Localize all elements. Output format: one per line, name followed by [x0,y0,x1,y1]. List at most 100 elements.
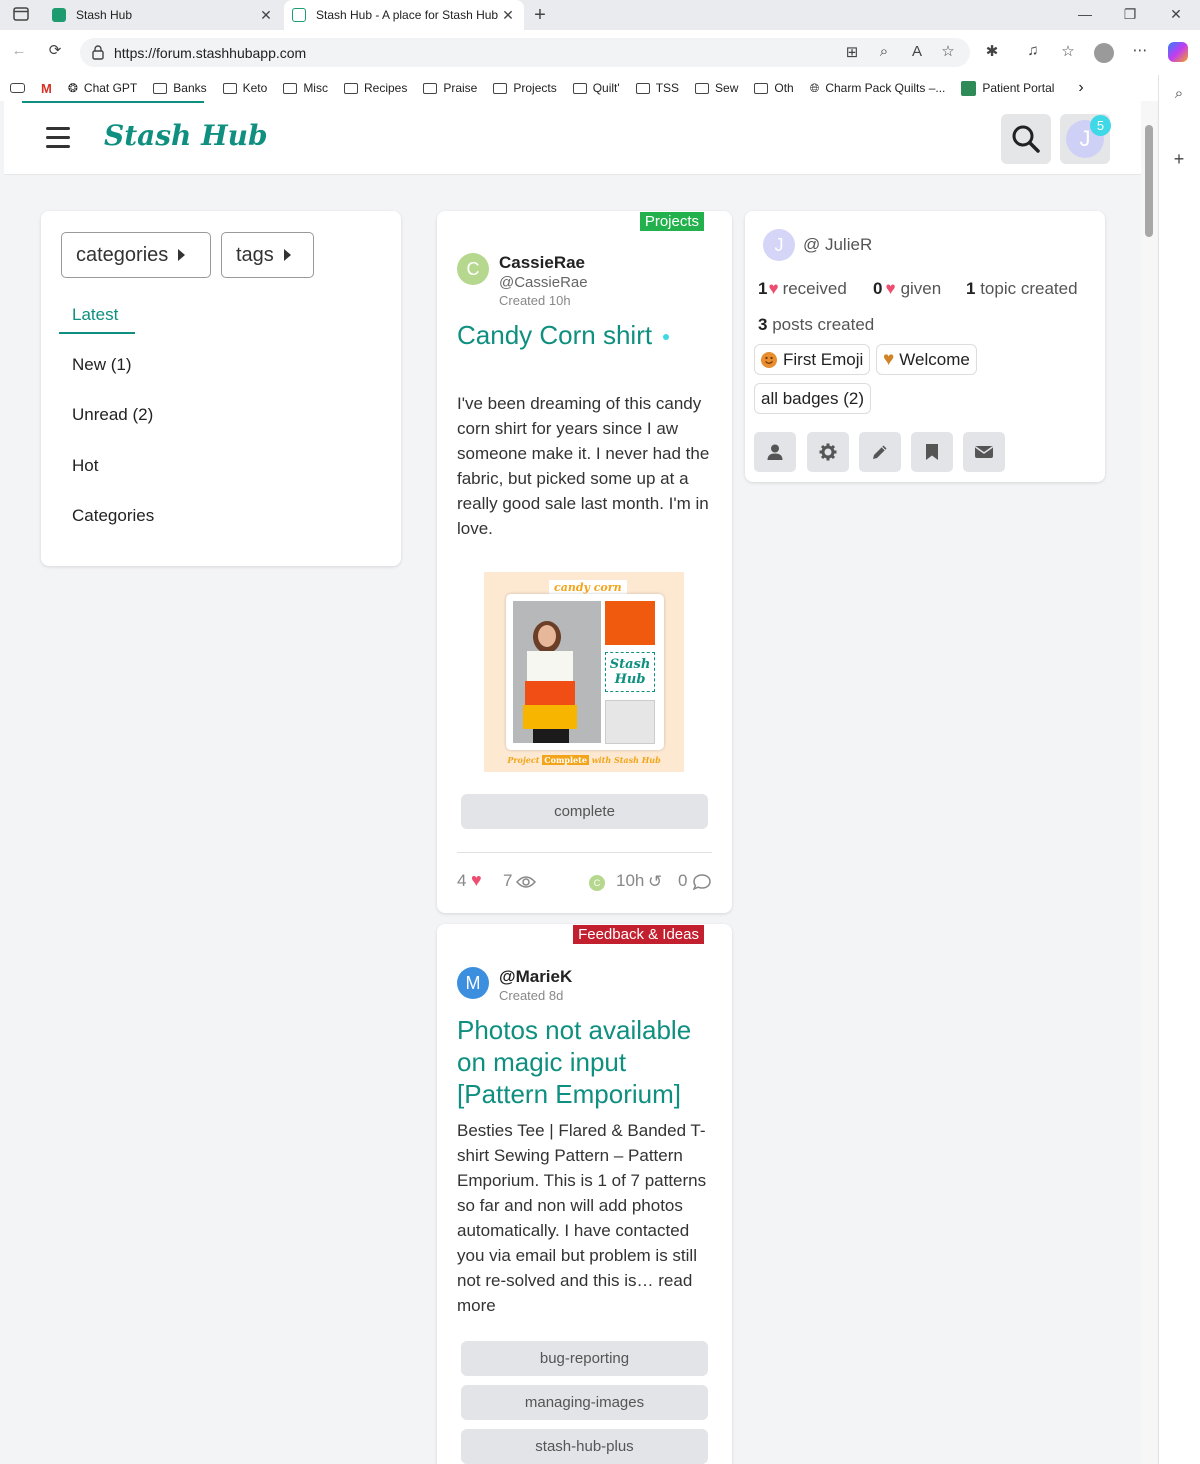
close-tab-icon[interactable]: ✕ [500,7,516,24]
heart-badge-icon: ♥ [883,348,895,370]
url-field[interactable]: https://forum.stashhubapp.com [80,38,970,67]
gear-icon [819,443,837,461]
bookmarks-bar: M ❂ Chat GPT Banks Keto Misc Recipes Prai… [0,75,1200,101]
heart-icon[interactable]: ♥ [471,870,482,891]
bookmark-charm-pack-quilts[interactable]: 🌐︎ Charm Pack Quilts –... [810,81,946,96]
page-scrollbar[interactable] [1141,101,1157,1464]
browser-tab-stash-hub[interactable]: Stash Hub ✕ [44,0,282,30]
categories-dropdown[interactable]: categories [61,232,211,278]
tags-dropdown[interactable]: tags [221,232,314,278]
badge-welcome[interactable]: ♥ Welcome [876,344,977,375]
restore-icon[interactable]: ❐ [1120,6,1140,23]
pencil-icon [873,445,887,459]
bookmark-chat-gpt[interactable]: ❂ Chat GPT [68,81,137,95]
all-badges-link[interactable]: all badges (2) [754,383,872,414]
minimize-icon[interactable]: — [1075,6,1095,22]
tag-bug-reporting[interactable]: bug-reporting [461,1341,708,1376]
new-tab-button[interactable]: + [530,4,550,27]
back-icon[interactable]: ← [8,42,30,59]
bookmark-keto[interactable]: Keto [222,81,267,95]
bookmark-label: Misc [303,81,328,95]
nav-new[interactable]: New (1) [72,355,132,375]
bookmark-praise[interactable]: Praise [423,81,477,95]
bookmark-patient-portal[interactable]: Patient Portal [961,80,1054,96]
nav-unread[interactable]: Unread (2) [72,405,153,425]
author-handle: @CassieRae [499,274,588,291]
avatar[interactable]: J [763,229,795,261]
bookmark-label: Chat GPT [83,81,138,95]
nav-hot[interactable]: Hot [72,456,98,476]
bookmark-banks[interactable]: Banks [153,81,207,95]
last-activity-time[interactable]: 10h [616,871,644,891]
likes-received-stat: 1♥ received [758,279,847,299]
caret-right-icon [178,249,186,261]
topic-card[interactable]: Projects C CassieRae @CassieRae Created … [437,211,732,913]
app-available-icon[interactable]: ⊞ [841,43,863,61]
avatar[interactable]: C [457,253,489,285]
site-logo[interactable]: Stash Hub [104,119,268,152]
tag-stash-hub-plus[interactable]: stash-hub-plus [461,1429,708,1464]
stash-hub-favicon-icon [52,8,66,22]
more-bookmarks-chevron-icon[interactable]: › [1078,79,1083,97]
nav-latest[interactable]: Latest [72,305,118,325]
avatar[interactable]: M [457,967,489,999]
author-name[interactable]: CassieRae [499,253,585,273]
favorite-star-icon[interactable]: ☆ [937,42,959,60]
drafts-button[interactable] [859,432,901,472]
bookmark-label: Praise [443,81,478,95]
bookmark-recipes[interactable]: Recipes [343,81,407,95]
more-options-icon[interactable]: ⋯ [1129,41,1151,59]
sidebar-search-icon[interactable]: ⌕ [1168,85,1190,102]
tag-managing-images[interactable]: managing-images [461,1385,708,1420]
notification-badge: 5 [1090,115,1111,136]
profile-button[interactable] [754,432,796,472]
scrollbar-thumb[interactable] [1145,125,1153,237]
tags-label: tags [236,243,274,266]
bookmark-sew[interactable]: Sew [695,81,738,95]
bookmarks-button[interactable] [911,432,953,472]
site-info-icon[interactable] [91,44,105,63]
project-image[interactable]: candy corn Stash Hub Project Complete wi… [484,572,684,772]
bookmark-oth[interactable]: Oth [754,81,794,95]
bookmark-misc[interactable]: Misc [283,81,328,95]
gmail-bookmark[interactable]: M [41,81,52,96]
bookmark-icon-only[interactable] [10,83,25,93]
category-label[interactable]: Projects [639,212,704,231]
read-aloud-icon[interactable]: A [906,43,928,60]
category-label[interactable]: Feedback & Ideas [573,925,704,944]
user-menu-button[interactable]: J 5 [1060,114,1111,164]
bookmark-tss[interactable]: TSS [635,81,679,95]
close-tab-icon[interactable]: ✕ [258,7,274,24]
topic-card[interactable]: Feedback & Ideas M @MarieK Created 8d Ph… [437,924,732,1464]
hamburger-menu-icon[interactable] [46,127,70,148]
extensions-icon[interactable]: ✱ [981,42,1003,60]
bookmark-quilt[interactable]: Quilt' [572,81,620,95]
browser-tab-active[interactable]: Stash Hub - A place for Stash Hub ✕ [284,0,524,30]
favorites-icon[interactable]: ☆ [1057,42,1079,60]
messages-button[interactable] [963,432,1005,472]
bookmark-label: Projects [513,81,557,95]
zoom-icon[interactable]: ⌕ [873,43,895,60]
profile-username[interactable]: @ JulieR [803,235,872,255]
heart-icon: ♥ [885,279,896,298]
tag-complete[interactable]: complete [461,794,708,829]
search-button[interactable] [1001,114,1051,164]
topic-title[interactable]: Photos not available on magic input [Pat… [457,1014,722,1110]
copilot-icon[interactable] [1168,42,1188,62]
author-name[interactable]: @MarieK [499,967,572,987]
nav-categories[interactable]: Categories [72,506,154,526]
comment-icon[interactable] [692,874,711,895]
badge-first-emoji[interactable]: First Emoji [754,344,871,375]
profile-icon[interactable] [1094,43,1114,63]
folder-icon [423,82,438,94]
last-poster-avatar[interactable]: C [589,875,605,891]
media-icon[interactable]: ♫ [1022,42,1044,59]
preferences-button[interactable] [807,432,849,472]
sidebar-add-icon[interactable]: + [1168,149,1190,170]
tab-actions-icon[interactable] [10,7,32,25]
bookmark-projects[interactable]: Projects [493,81,557,95]
close-window-icon[interactable]: ✕ [1166,6,1186,23]
topic-title[interactable]: Candy Corn shirt [457,319,717,351]
header-progress-line [22,101,204,103]
refresh-icon[interactable]: ⟳ [44,41,66,59]
